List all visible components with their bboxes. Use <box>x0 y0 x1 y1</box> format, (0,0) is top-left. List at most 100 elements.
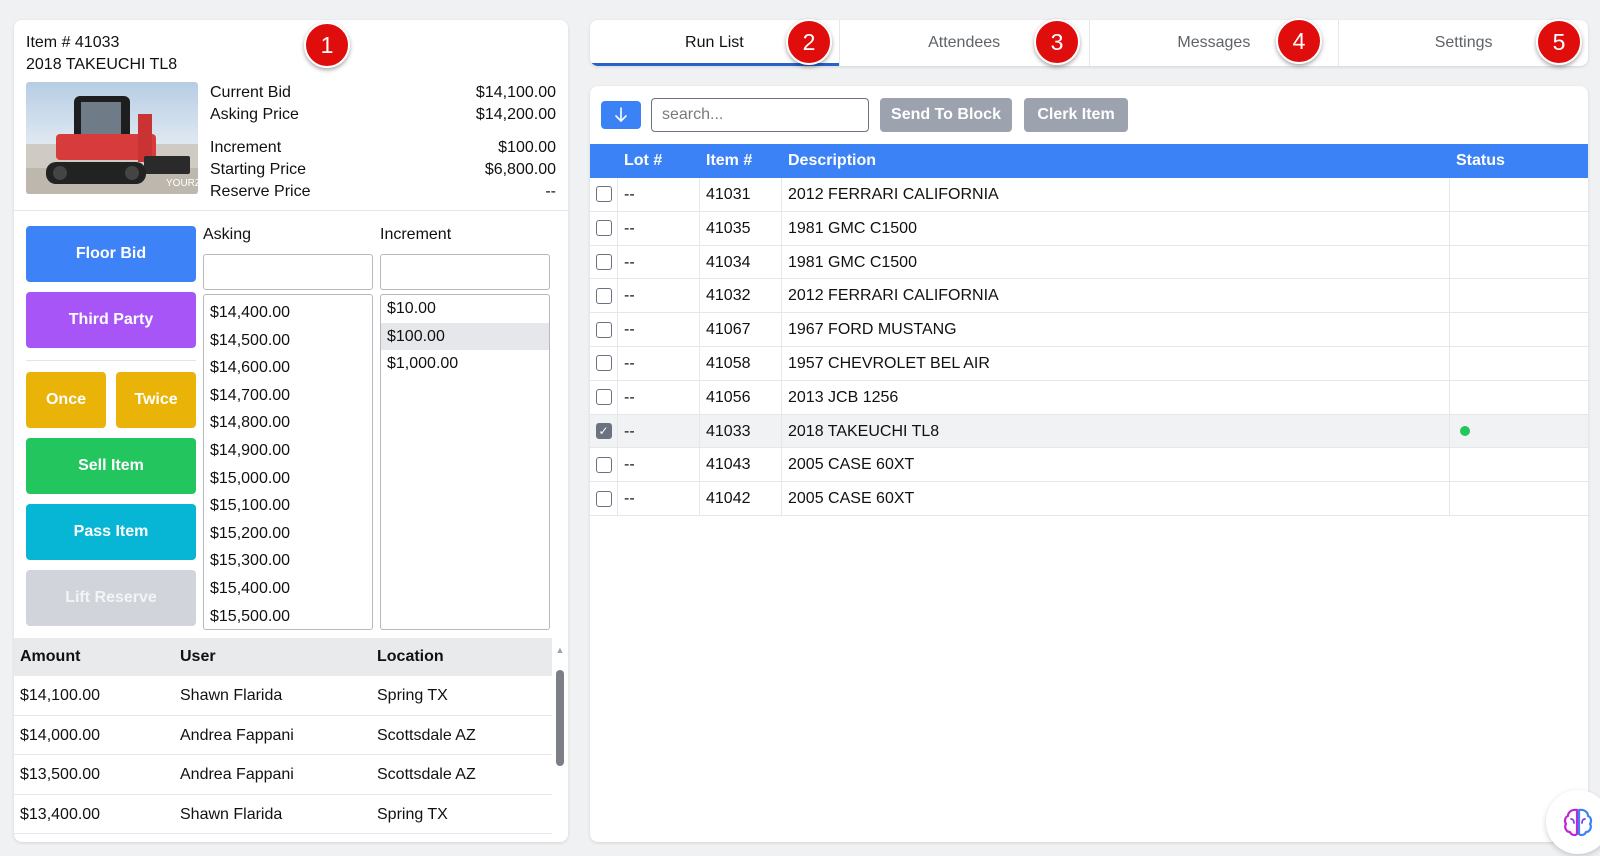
once-button[interactable]: Once <box>26 372 106 428</box>
column-header: Location <box>377 648 444 665</box>
row-checkbox[interactable] <box>595 287 612 304</box>
item-description: 2018 TAKEUCHI TL8 <box>782 414 1450 448</box>
bid-history-table: Amount User Location $14,100.00 Shawn Fl… <box>14 638 552 834</box>
row-checkbox[interactable] <box>595 355 612 372</box>
item-description: 1957 CHEVROLET BEL AIR <box>782 346 1450 380</box>
asking-option[interactable]: $15,100.00 <box>204 492 372 520</box>
price-summary: Current Bid $14,100.00 Asking Price $14,… <box>210 82 556 203</box>
twice-button[interactable]: Twice <box>116 372 196 428</box>
column-header: Lot # <box>624 152 663 169</box>
clerk-item-button[interactable]: Clerk Item <box>1024 98 1128 132</box>
asking-input[interactable] <box>203 254 373 290</box>
scroll-up-icon[interactable]: ▲ <box>554 644 566 656</box>
scrollbar-thumb[interactable] <box>556 670 564 766</box>
price-row-reserve-price: Reserve Price -- <box>210 181 556 203</box>
row-checkbox[interactable] <box>595 186 612 203</box>
row-checkbox[interactable] <box>595 389 612 406</box>
item-number: 41035 <box>700 211 782 245</box>
increment-option-selected[interactable]: $100.00 <box>381 322 549 351</box>
row-checkbox[interactable] <box>595 456 612 473</box>
price-value: $100.00 <box>498 139 556 156</box>
lot-number: -- <box>618 346 700 380</box>
send-to-block-button[interactable]: Send To Block <box>880 98 1012 132</box>
price-label: Reserve Price <box>210 183 311 200</box>
bid-history-scrollbar[interactable]: ▲ <box>554 644 566 842</box>
asking-option[interactable]: $15,000.00 <box>204 465 372 493</box>
table-header: Lot # Item # Description Status <box>590 144 1588 178</box>
increment-options-list[interactable]: $10.00 $100.00 $1,000.00 <box>380 294 550 630</box>
asking-option[interactable]: $14,700.00 <box>204 382 372 410</box>
bid-user: Andrea Fappani <box>180 766 294 783</box>
asking-option[interactable]: $15,300.00 <box>204 547 372 575</box>
floor-bid-button[interactable]: Floor Bid <box>26 226 196 282</box>
table-row[interactable]: -- 41031 2012 FERRARI CALIFORNIA <box>590 178 1588 212</box>
lot-number: -- <box>618 380 700 414</box>
run-list-panel: Send To Block Clerk Item Lot # Item # De… <box>590 86 1588 842</box>
table-row[interactable]: -- 41067 1967 FORD MUSTANG <box>590 313 1588 347</box>
item-number: 41058 <box>700 346 782 380</box>
row-checkbox[interactable] <box>595 321 612 338</box>
assistant-button[interactable] <box>1546 790 1600 854</box>
item-number: 41034 <box>700 245 782 279</box>
status-cell <box>1450 347 1588 380</box>
asking-option[interactable]: $14,500.00 <box>204 327 372 355</box>
lot-number: -- <box>618 211 700 245</box>
status-cell <box>1450 313 1588 346</box>
row-checkbox[interactable] <box>595 253 612 270</box>
tab-bar: Run List Attendees Messages Settings <box>590 20 1588 66</box>
brain-icon <box>1563 808 1593 837</box>
bid-location: Scottsdale AZ <box>377 766 476 783</box>
asking-option[interactable]: $14,400.00 <box>204 299 372 327</box>
photo-watermark: YOURZ <box>166 178 198 189</box>
asking-option[interactable]: $15,500.00 <box>204 603 372 629</box>
table-row[interactable]: -- 41056 2013 JCB 1256 <box>590 380 1588 415</box>
pass-item-button[interactable]: Pass Item <box>26 504 196 560</box>
bid-user: Shawn Flarida <box>180 805 283 823</box>
active-status-dot <box>1460 425 1470 436</box>
column-header: User <box>180 648 216 665</box>
increment-input[interactable] <box>380 254 550 290</box>
asking-option[interactable]: $15,400.00 <box>204 575 372 603</box>
item-title: 2018 TAKEUCHI TL8 <box>26 56 178 73</box>
price-value: $6,800.00 <box>484 161 556 178</box>
table-row[interactable]: ✓ -- 41033 2018 TAKEUCHI TL8 <box>590 414 1588 449</box>
third-party-button[interactable]: Third Party <box>26 292 196 348</box>
table-row[interactable]: -- 41032 2012 FERRARI CALIFORNIA <box>590 279 1588 314</box>
table-row[interactable]: -- 41058 1957 CHEVROLET BEL AIR <box>590 346 1588 381</box>
item-number: 41042 <box>700 482 782 515</box>
sort-button[interactable] <box>601 101 641 129</box>
badge-4: 4 <box>1276 18 1322 64</box>
table-row[interactable]: -- 41043 2005 CASE 60XT <box>590 448 1588 483</box>
column-header: Description <box>788 152 877 169</box>
row-checkbox[interactable] <box>595 490 612 507</box>
increment-option[interactable]: $10.00 <box>381 295 549 323</box>
lot-number: -- <box>618 448 700 482</box>
asking-option[interactable]: $14,800.00 <box>204 409 372 437</box>
column-header: Amount <box>20 648 81 665</box>
asking-option[interactable]: $14,600.00 <box>204 354 372 382</box>
table-row[interactable]: -- 41035 1981 GMC C1500 <box>590 211 1588 246</box>
column-header: Status <box>1456 152 1505 169</box>
increment-option[interactable]: $1,000.00 <box>381 350 549 378</box>
lot-number: -- <box>618 482 700 515</box>
table-row[interactable]: -- 41034 1981 GMC C1500 <box>590 245 1588 280</box>
bid-location: Scottsdale AZ <box>377 726 476 744</box>
asking-option[interactable]: $15,200.00 <box>204 520 372 548</box>
item-number: 41067 <box>700 313 782 346</box>
row-checkbox[interactable] <box>595 220 612 237</box>
sell-item-button[interactable]: Sell Item <box>26 438 196 494</box>
row-select-cell <box>590 380 618 414</box>
price-value: -- <box>545 183 556 200</box>
table-row[interactable]: -- 41042 2005 CASE 60XT <box>590 482 1588 516</box>
table-row: $14,000.00 Andrea Fappani Scottsdale AZ <box>14 716 552 755</box>
status-cell <box>1450 178 1588 211</box>
item-header: Item # 41033 2018 TAKEUCHI TL8 <box>26 32 177 76</box>
row-checkbox[interactable]: ✓ <box>595 422 612 439</box>
lot-number: -- <box>618 279 700 313</box>
lift-reserve-button[interactable]: Lift Reserve <box>26 570 196 626</box>
row-select-cell <box>590 211 618 245</box>
asking-options-list[interactable]: $14,400.00 $14,500.00 $14,600.00 $14,700… <box>203 294 373 630</box>
price-row-asking-price: Asking Price $14,200.00 <box>210 104 556 126</box>
search-input[interactable] <box>651 98 869 132</box>
asking-option[interactable]: $14,900.00 <box>204 437 372 465</box>
